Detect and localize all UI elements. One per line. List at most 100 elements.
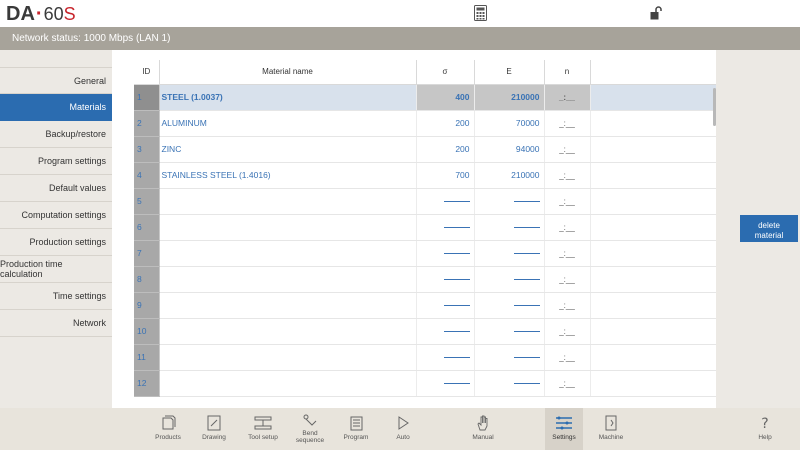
unlock-icon[interactable] (650, 6, 662, 20)
cell-n[interactable]: _:__ (544, 292, 591, 319)
cell-n[interactable]: _:__ (544, 136, 591, 163)
sidebar-item-production-settings[interactable]: Production settings (0, 229, 112, 256)
table-row[interactable]: 11 _:__ (134, 344, 716, 371)
nav-manual[interactable]: Manual (468, 408, 498, 450)
table-row[interactable]: 3 ZINC 200 94000 _:__ (134, 136, 716, 163)
column-header-id[interactable]: ID (134, 60, 160, 85)
cell-e[interactable] (474, 292, 545, 319)
table-row[interactable]: 4 STAINLESS STEEL (1.4016) 700 210000 _:__ (134, 162, 716, 189)
cell-id[interactable]: 7 (134, 240, 160, 267)
column-header-e[interactable]: E (474, 60, 545, 85)
sidebar-item-production-time-calculation[interactable]: Production time calculation (0, 256, 112, 283)
sidebar-item-computation-settings[interactable]: Computation settings (0, 202, 112, 229)
cell-n[interactable]: _:__ (544, 214, 591, 241)
calculator-icon[interactable] (474, 5, 487, 21)
table-row[interactable]: 7 _:__ (134, 240, 716, 267)
cell-sigma[interactable]: 200 (416, 110, 475, 137)
cell-e[interactable] (474, 370, 545, 397)
nav-tool-setup[interactable]: Tool setup (243, 408, 283, 450)
cell-sigma[interactable]: 700 (416, 162, 475, 189)
cell-material-name[interactable] (159, 370, 417, 397)
cell-e[interactable] (474, 188, 545, 215)
cell-n[interactable]: _:__ (544, 110, 591, 137)
cell-id[interactable]: 1 (134, 84, 160, 111)
column-header-sigma[interactable]: σ (416, 60, 475, 85)
nav-products[interactable]: Products (150, 408, 186, 450)
cell-id[interactable]: 11 (134, 344, 160, 371)
table-row[interactable]: 12 _:__ (134, 370, 716, 397)
cell-sigma[interactable] (416, 344, 475, 371)
sidebar-item-general[interactable]: General (0, 67, 112, 94)
cell-material-name[interactable]: ALUMINUM (159, 110, 417, 137)
cell-n[interactable]: _:__ (544, 344, 591, 371)
delete-material-button[interactable]: delete material (740, 215, 798, 242)
cell-n[interactable]: _:__ (544, 84, 591, 111)
column-header-n[interactable]: n (544, 60, 591, 85)
nav-bend-sequence[interactable]: Bend sequence (292, 408, 328, 450)
cell-sigma[interactable] (416, 240, 475, 267)
sidebar-item-time-settings[interactable]: Time settings (0, 283, 112, 310)
sidebar-item-materials[interactable]: Materials (0, 94, 112, 121)
cell-id[interactable]: 4 (134, 162, 160, 189)
cell-e[interactable] (474, 266, 545, 293)
cell-e[interactable] (474, 318, 545, 345)
cell-e[interactable] (474, 214, 545, 241)
cell-e[interactable]: 210000 (474, 84, 545, 111)
cell-id[interactable]: 12 (134, 370, 160, 397)
table-row[interactable]: 10 _:__ (134, 318, 716, 345)
cell-material-name[interactable] (159, 188, 417, 215)
table-row[interactable]: 5 _:__ (134, 188, 716, 215)
sidebar-item-default-values[interactable]: Default values (0, 175, 112, 202)
cell-id[interactable]: 5 (134, 188, 160, 215)
cell-sigma[interactable] (416, 266, 475, 293)
cell-n[interactable]: _:__ (544, 370, 591, 397)
cell-material-name[interactable]: STAINLESS STEEL (1.4016) (159, 162, 417, 189)
table-row[interactable]: 1 STEEL (1.0037) 400 210000 _:__ (134, 84, 716, 111)
table-row[interactable]: 8 _:__ (134, 266, 716, 293)
cell-id[interactable]: 2 (134, 110, 160, 137)
nav-help[interactable]: ? Help (752, 408, 778, 450)
cell-e[interactable]: 94000 (474, 136, 545, 163)
cell-n[interactable]: _:__ (544, 162, 591, 189)
nav-settings[interactable]: Settings (545, 408, 583, 450)
cell-material-name[interactable] (159, 292, 417, 319)
cell-sigma[interactable] (416, 370, 475, 397)
cell-n[interactable]: _:__ (544, 188, 591, 215)
cell-n[interactable]: _:__ (544, 266, 591, 293)
cell-material-name[interactable] (159, 214, 417, 241)
table-row[interactable]: 9 _:__ (134, 292, 716, 319)
sidebar-item-network[interactable]: Network (0, 310, 112, 337)
cell-id[interactable]: 9 (134, 292, 160, 319)
cell-sigma[interactable] (416, 318, 475, 345)
cell-sigma[interactable] (416, 214, 475, 241)
cell-e[interactable]: 70000 (474, 110, 545, 137)
cell-sigma[interactable] (416, 188, 475, 215)
cell-e[interactable]: 210000 (474, 162, 545, 189)
nav-drawing[interactable]: Drawing (198, 408, 230, 450)
cell-material-name[interactable] (159, 240, 417, 267)
table-row[interactable]: 6 _:__ (134, 214, 716, 241)
sidebar-item-program-settings[interactable]: Program settings (0, 148, 112, 175)
cell-material-name[interactable] (159, 344, 417, 371)
cell-sigma[interactable]: 200 (416, 136, 475, 163)
cell-n[interactable]: _:__ (544, 318, 591, 345)
cell-sigma[interactable]: 400 (416, 84, 475, 111)
sidebar-item-backup-restore[interactable]: Backup/restore (0, 121, 112, 148)
column-header-material-name[interactable]: Material name (159, 60, 417, 85)
cell-material-name[interactable] (159, 318, 417, 345)
table-scrollbar[interactable] (713, 88, 716, 126)
cell-id[interactable]: 10 (134, 318, 160, 345)
nav-machine[interactable]: Machine (594, 408, 628, 450)
table-row[interactable]: 2 ALUMINUM 200 70000 _:__ (134, 110, 716, 137)
cell-e[interactable] (474, 344, 545, 371)
cell-id[interactable]: 3 (134, 136, 160, 163)
cell-id[interactable]: 6 (134, 214, 160, 241)
cell-id[interactable]: 8 (134, 266, 160, 293)
cell-n[interactable]: _:__ (544, 240, 591, 267)
cell-material-name[interactable]: ZINC (159, 136, 417, 163)
cell-material-name[interactable] (159, 266, 417, 293)
cell-e[interactable] (474, 240, 545, 267)
cell-material-name[interactable]: STEEL (1.0037) (159, 84, 417, 111)
cell-sigma[interactable] (416, 292, 475, 319)
nav-program[interactable]: Program (340, 408, 372, 450)
